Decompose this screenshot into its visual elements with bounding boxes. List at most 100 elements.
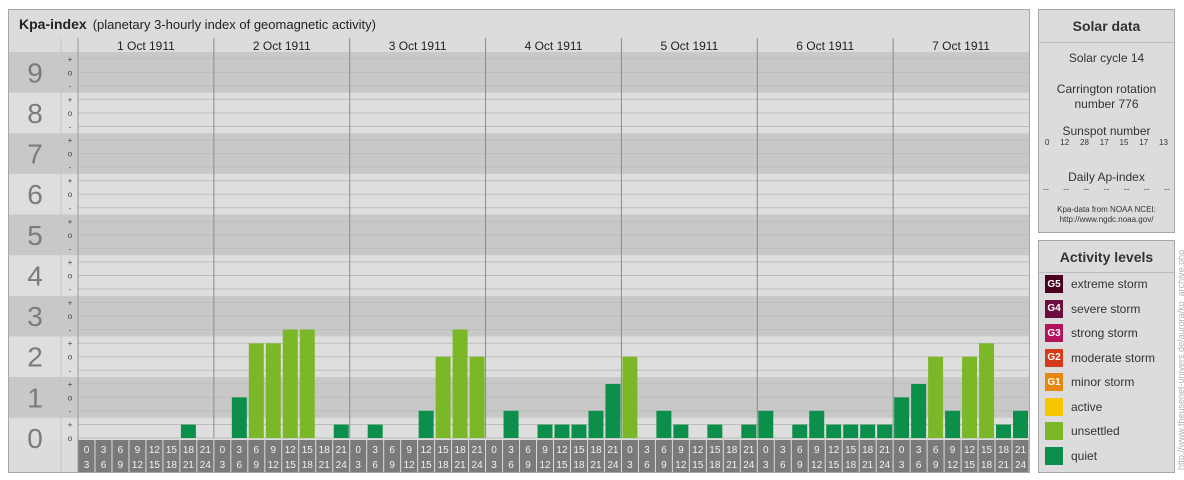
legend-swatch: G5 [1045,275,1063,293]
kpa-chart-panel: 0 1 2 3 4 5 6 7 8 9 o + - o + - o + - o + - o + - o + - o + - o + - o + - o +1… [8,9,1030,473]
time-interval-start: 3 [237,445,243,456]
time-interval-start: 18 [319,445,331,456]
y-sub-tick-label: o [68,271,73,280]
kp-bar [860,424,876,438]
kp-bar [758,410,774,438]
legend-label: moderate storm [1071,350,1156,365]
time-interval-start: 12 [556,445,568,456]
kp-bar [367,424,383,438]
y-sub-tick-label: - [69,163,72,172]
kp-bar [180,424,196,438]
time-interval-end: 3 [220,460,226,471]
time-interval-end: 15 [692,460,704,471]
time-interval-end: 15 [285,460,297,471]
sunspot-value: 0 [1045,138,1050,147]
time-interval-start: 18 [862,445,874,456]
time-interval-start: 21 [200,445,212,456]
y-tick-label: 6 [27,179,43,210]
legend-swatch: G1 [1045,373,1063,391]
time-interval-end: 18 [302,460,314,471]
ap-value: -- [1043,184,1049,194]
time-interval-end: 18 [166,460,178,471]
legend-item: G5 extreme storm [1045,274,1148,294]
time-interval-start: 6 [389,445,395,456]
kp-bar [741,424,757,438]
ap-value: -- [1103,184,1110,194]
time-interval-start: 15 [302,445,314,456]
legend-swatch: G3 [1045,324,1063,342]
y-sub-tick-label: - [69,407,72,416]
y-tick-label: 9 [27,57,43,88]
kp-bar [333,424,349,438]
legend-item: active [1045,397,1102,417]
kp-bar [826,424,842,438]
y-sub-tick-label: o [68,393,73,402]
y-sub-tick-label: o [68,109,73,118]
time-interval-start: 15 [981,445,993,456]
legend-label: minor storm [1071,375,1135,389]
kp-bar [911,383,927,438]
time-interval-start: 9 [542,445,548,456]
time-interval-start: 21 [336,445,348,456]
carrington-line-2: number 776 [1074,97,1139,111]
time-interval-start: 6 [661,445,667,456]
legend-swatch: G2 [1045,348,1063,367]
y-sub-tick-label: - [69,82,72,91]
time-interval-start: 12 [828,445,840,456]
time-interval-start: 21 [472,445,484,456]
time-interval-end: 21 [319,460,331,471]
solar-cycle: Solar cycle 14 [1068,51,1145,65]
y-sub-tick-label: + [68,177,73,186]
legend-item: G4 severe storm [1045,299,1140,319]
time-interval-end: 18 [573,460,585,471]
time-interval-start: 9 [271,445,277,456]
time-interval-start: 0 [627,445,633,456]
time-interval-end: 18 [709,460,721,471]
time-interval-start: 9 [406,445,412,456]
solar-data-panel: Solar data Solar cycle 14 Carrington rot… [1038,9,1175,233]
y-sub-tick-label: - [69,285,72,294]
time-interval-start: 18 [998,445,1010,456]
y-tick-label: 0 [27,423,43,454]
chart-title: Kpa-index (planetary 3-hourly index of ge… [19,16,376,32]
legend-item: unsettled [1045,421,1120,441]
time-interval-end: 15 [149,460,161,471]
kp-bar [452,329,468,438]
time-interval-start: 0 [491,445,497,456]
time-interval-start: 9 [678,445,684,456]
time-interval-start: 6 [254,445,260,456]
source-line-1: Kpa-data from NOAA NCEI: [1057,205,1156,214]
y-sub-tick-label: o [68,150,73,159]
kp-bar [996,424,1012,438]
sunspot-value: 17 [1099,138,1109,147]
kp-bar [571,424,587,438]
y-tick-label: 7 [27,139,43,170]
kp-bar [282,329,298,438]
time-interval-end: 3 [627,460,633,471]
y-sub-tick-label: + [68,136,73,145]
ap-label: Daily Ap-index [1068,170,1145,184]
time-interval-end: 6 [237,460,243,471]
data-source: Kpa-data from NOAA NCEI: http://www.ngdc… [1039,205,1174,225]
time-interval-end: 9 [118,460,124,471]
time-interval-start: 0 [84,445,90,456]
time-interval-start: 21 [607,445,619,456]
kp-bar [231,397,247,438]
ap-value: -- [1083,184,1090,194]
ap-values: -- -- -- -- -- -- -- [1043,184,1170,194]
time-interval-end: 6 [372,460,378,471]
time-interval-end: 12 [404,460,416,471]
legend-swatch [1045,422,1063,440]
day-label: 6 Oct 1911 [796,39,854,53]
time-interval-end: 21 [998,460,1010,471]
time-interval-end: 12 [132,460,144,471]
y-sub-tick-label: o [68,68,73,77]
ap-value: -- [1063,184,1070,194]
watermark-url: http://www.theusenet-univers.de/aurora/k… [1176,249,1184,470]
time-interval-start: 18 [590,445,602,456]
time-interval-start: 0 [220,445,226,456]
divider [1039,42,1174,43]
time-interval-end: 15 [828,460,840,471]
kp-bar [554,424,570,438]
time-interval-start: 0 [899,445,905,456]
